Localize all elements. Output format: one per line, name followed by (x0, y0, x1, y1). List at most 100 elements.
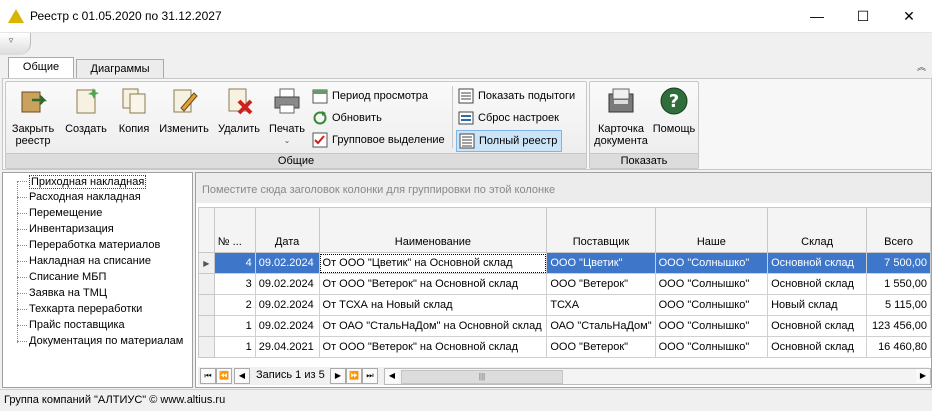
group-select-button[interactable]: Групповое выделение (310, 130, 445, 150)
document-card-button[interactable]: Карточка документа (592, 86, 650, 147)
scroll-right-icon[interactable]: ▶ (916, 369, 930, 383)
cell-number[interactable]: 4 (213, 252, 256, 274)
prev-record-icon[interactable]: ◀ (234, 368, 250, 384)
cell-supplier[interactable]: ООО "Цветик" (546, 252, 656, 274)
cell-ours[interactable]: ООО "Солнышко" (654, 273, 769, 295)
cell-total[interactable]: 16 460,80 (866, 336, 931, 358)
tree-branch (17, 213, 27, 214)
cell-supplier[interactable]: ООО "Ветерок" (546, 336, 656, 358)
table-row[interactable]: 1 29.04.2021 От ООО "Ветерок" на Основно… (198, 336, 931, 358)
tree-item[interactable]: Документация по материалам (29, 335, 183, 347)
maximize-button[interactable]: ☐ (840, 0, 886, 32)
cell-name[interactable]: От ООО "Ветерок" на Основной склад (318, 273, 548, 295)
close-registry-button[interactable]: Закрыть реестр (8, 86, 58, 147)
cell-ours[interactable]: ООО "Солнышко" (654, 336, 769, 358)
registry-grid-panel: Поместите сюда заголовок колонки для гру… (195, 172, 932, 388)
full-registry-icon (459, 133, 475, 149)
cell-date[interactable]: 29.04.2021 (254, 336, 320, 358)
cell-supplier[interactable]: ТСХА (546, 294, 656, 316)
cell-number[interactable]: 3 (213, 273, 256, 295)
cell-number[interactable]: 1 (213, 315, 256, 337)
tree-item[interactable]: Приходная накладная (29, 175, 147, 189)
tree-item[interactable]: Инвентаризация (29, 223, 114, 235)
tree-item[interactable]: Техкарта переработки (29, 303, 142, 315)
cell-total[interactable]: 123 456,00 (866, 315, 931, 337)
group-by-area[interactable]: Поместите сюда заголовок колонки для гру… (196, 173, 931, 203)
view-period-button[interactable]: Период просмотра (310, 86, 428, 106)
prev-page-icon[interactable]: ⏪ (216, 368, 232, 384)
cell-ours[interactable]: ООО "Солнышко" (654, 252, 769, 274)
next-page-icon[interactable]: ⏩ (346, 368, 362, 384)
ribbon-collapse-icon[interactable]: ︽ (917, 60, 926, 73)
cell-name[interactable]: От ТСХА на Новый склад (318, 294, 548, 316)
tree-item[interactable]: Прайс поставщика (29, 319, 125, 331)
tab-charts[interactable]: Диаграммы (76, 59, 164, 78)
print-button[interactable]: Печать ⌄ (266, 86, 308, 147)
cell-supplier[interactable]: ООО "Ветерок" (546, 273, 656, 295)
minimize-button[interactable]: — (794, 0, 840, 32)
document-card-label: Карточка документа (594, 123, 648, 147)
cell-total[interactable]: 7 500,00 (866, 252, 931, 274)
help-button[interactable]: ? Помощь (652, 86, 696, 135)
show-subtotals-button[interactable]: Показать подытоги (456, 86, 575, 106)
copy-button[interactable]: Копия (112, 86, 156, 135)
cell-warehouse[interactable]: Основной склад (767, 273, 868, 295)
last-record-icon[interactable]: ⏭ (362, 368, 378, 384)
cell-ours[interactable]: ООО "Солнышко" (654, 294, 769, 316)
registry-table: № ... Дата Наименование Поставщик Наше С… (198, 207, 931, 358)
cell-date[interactable]: 09.02.2024 (254, 273, 320, 295)
cell-date[interactable]: 09.02.2024 (254, 294, 320, 316)
column-header-number[interactable]: № ... (213, 207, 256, 253)
quick-access-menu: ▿ (0, 33, 31, 55)
cell-warehouse[interactable]: Новый склад (767, 294, 868, 316)
scroll-left-icon[interactable]: ◀ (385, 369, 399, 383)
column-header-ours[interactable]: Наше (654, 207, 769, 253)
tree-item[interactable]: Перемещение (29, 207, 102, 219)
next-record-icon[interactable]: ▶ (330, 368, 346, 384)
cell-date[interactable]: 09.02.2024 (254, 252, 320, 274)
tree-item[interactable]: Заявка на ТМЦ (29, 287, 107, 299)
cell-warehouse[interactable]: Основной склад (767, 252, 868, 274)
cell-date[interactable]: 09.02.2024 (254, 315, 320, 337)
table-row[interactable]: 3 09.02.2024 От ООО "Ветерок" на Основно… (198, 273, 931, 295)
cell-number[interactable]: 1 (213, 336, 256, 358)
cell-name[interactable]: От ООО "Ветерок" на Основной склад (318, 336, 548, 358)
table-row[interactable]: ▶ 4 09.02.2024 От ООО "Цветик" на Основн… (198, 252, 931, 274)
print-dropdown-icon[interactable]: ⌄ (266, 135, 308, 147)
horizontal-scrollbar[interactable]: ◀ ||| ▶ (384, 368, 931, 385)
cell-name[interactable]: От ОАО "СтальНаДом" на Основной склад (318, 315, 548, 337)
close-button[interactable]: ✕ (886, 0, 932, 32)
tree-connector (17, 181, 18, 343)
first-record-icon[interactable]: ⏮ (200, 368, 216, 384)
cell-total[interactable]: 1 550,00 (866, 273, 931, 295)
column-header-supplier[interactable]: Поставщик (546, 207, 656, 253)
delete-button[interactable]: Удалить (214, 86, 264, 135)
reset-settings-button[interactable]: Сброс настроек (456, 108, 559, 128)
tree-item[interactable]: Списание МБП (29, 271, 106, 283)
cell-number[interactable]: 2 (213, 294, 256, 316)
cell-warehouse[interactable]: Основной склад (767, 315, 868, 337)
cell-warehouse[interactable]: Основной склад (767, 336, 868, 358)
column-header-name[interactable]: Наименование (318, 207, 548, 253)
column-header-warehouse[interactable]: Склад (767, 207, 868, 253)
tree-branch (17, 341, 27, 342)
create-button[interactable]: Создать (62, 86, 110, 135)
scrollbar-thumb[interactable]: ||| (401, 370, 563, 384)
cell-supplier[interactable]: ОАО "СтальНаДом" (546, 315, 656, 337)
delete-label: Удалить (218, 123, 260, 135)
tab-general[interactable]: Общие (8, 57, 74, 79)
cell-ours[interactable]: ООО "Солнышко" (654, 315, 769, 337)
tree-item[interactable]: Накладная на списание (29, 255, 151, 267)
quick-access-dropdown-icon[interactable]: ▿ (2, 35, 20, 51)
tree-item[interactable]: Переработка материалов (29, 239, 160, 251)
full-registry-button[interactable]: Полный реестр (456, 130, 563, 152)
table-row[interactable]: 1 09.02.2024 От ОАО "СтальНаДом" на Осно… (198, 315, 931, 337)
edit-button[interactable]: Изменить (156, 86, 212, 135)
cell-total[interactable]: 5 115,00 (866, 294, 931, 316)
column-header-date[interactable]: Дата (254, 207, 320, 253)
tree-item[interactable]: Расходная накладная (29, 191, 141, 203)
refresh-button[interactable]: Обновить (310, 108, 382, 128)
column-header-total[interactable]: Всего (866, 207, 931, 253)
table-row[interactable]: 2 09.02.2024 От ТСХА на Новый склад ТСХА… (198, 294, 931, 316)
cell-name[interactable]: От ООО "Цветик" на Основной склад (318, 252, 548, 274)
